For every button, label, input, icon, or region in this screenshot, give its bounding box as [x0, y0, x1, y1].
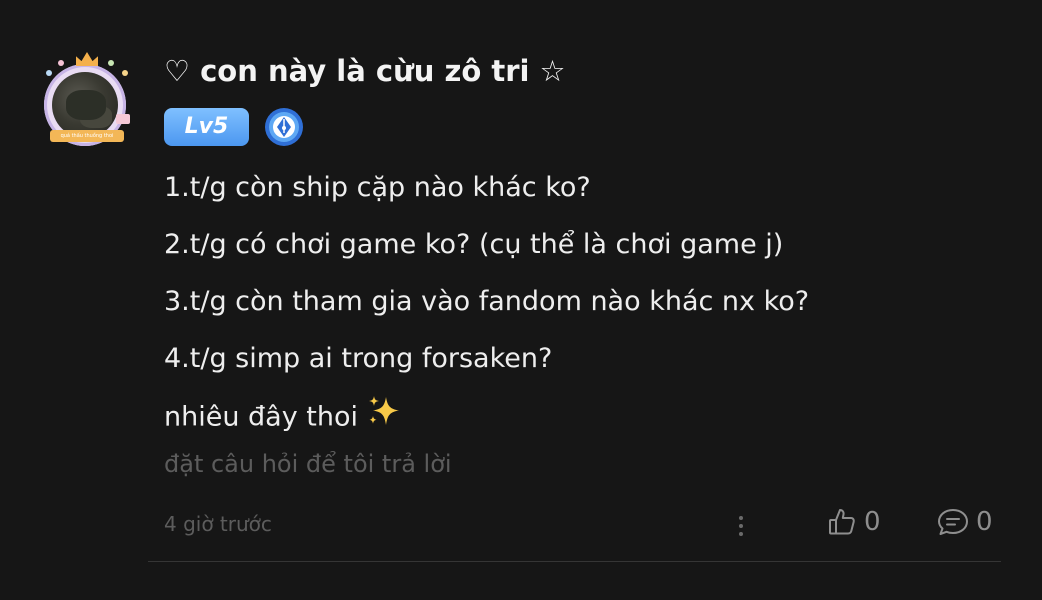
- reply-hint: đặt câu hỏi để tôi trả lời: [164, 450, 452, 478]
- comment-body: 1.t/g còn ship cặp nào khác ko? 2.t/g có…: [164, 166, 809, 451]
- reply-button[interactable]: 0: [936, 506, 993, 538]
- pen-nib-icon: [263, 106, 305, 148]
- divider: [148, 561, 1001, 562]
- comment-bubble-icon: [938, 509, 968, 535]
- more-options-icon[interactable]: [734, 512, 748, 540]
- avatar-tag-decoration: [116, 114, 130, 124]
- crown-icon: [76, 52, 98, 66]
- like-button[interactable]: 0: [826, 506, 881, 538]
- comment-item: quá thấu thuồng thoi ♡ con này là cừu zô…: [0, 0, 1042, 600]
- comment-line: 1.t/g còn ship cặp nào khác ko?: [164, 172, 591, 203]
- thumbs-up-icon: [829, 509, 855, 535]
- comment-line-last: nhiêu đây thoi: [164, 394, 809, 451]
- sparkles-icon: [366, 394, 402, 442]
- comment-line-text: nhiêu đây thoi: [164, 401, 358, 433]
- comment-line: 4.t/g simp ai trong forsaken?: [164, 343, 553, 374]
- timestamp: 4 giờ trước: [164, 512, 272, 536]
- avatar[interactable]: quá thấu thuồng thoi: [38, 48, 138, 148]
- comment-line: 3.t/g còn tham gia vào fandom nào khác n…: [164, 286, 810, 317]
- user-badges: Lv5: [164, 106, 305, 148]
- avatar-banner: quá thấu thuồng thoi: [50, 130, 124, 142]
- username[interactable]: ♡ con này là cừu zô tri ☆: [164, 54, 566, 88]
- level-badge: Lv5: [164, 108, 249, 146]
- comment-line: 2.t/g có chơi game ko? (cụ thể là chơi g…: [164, 229, 784, 260]
- like-count: 0: [864, 507, 881, 537]
- avatar-photo: [52, 72, 118, 138]
- reply-count: 0: [976, 507, 993, 537]
